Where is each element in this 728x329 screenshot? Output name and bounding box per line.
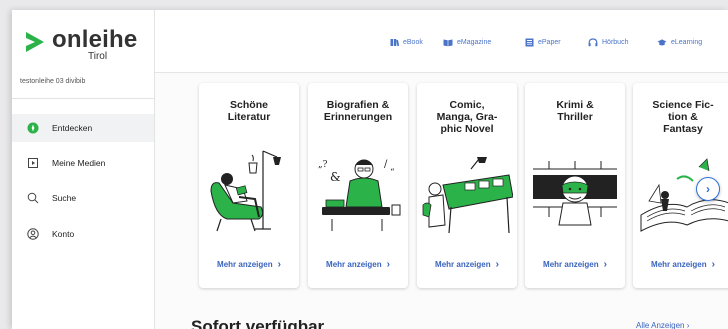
category-card-krimi-thriller[interactable]: Krimi & Thriller Mehr anzeigen ›: [525, 83, 625, 288]
media-type-emagazine[interactable]: eMagazine: [443, 38, 491, 47]
nav-item-meine-medien[interactable]: Meine Medien: [12, 149, 154, 177]
chevron-right-icon: ›: [686, 321, 690, 329]
account-icon: [26, 227, 40, 241]
app-window: onleihe Tirol testonleihe 03 divibib Ent…: [12, 10, 728, 329]
media-type-epaper[interactable]: ePaper: [524, 38, 561, 47]
more-link[interactable]: Mehr anzeigen ›: [417, 259, 517, 270]
chevron-right-icon: ›: [603, 259, 607, 270]
magazine-icon: [443, 38, 453, 47]
chevron-right-icon: ›: [706, 182, 710, 196]
nav-item-entdecken[interactable]: Entdecken: [12, 114, 154, 142]
media-type-elearning[interactable]: eLearning: [657, 38, 702, 47]
section-title: Sofort verfügbar: [191, 317, 325, 329]
category-title: Comic, Manga, Gra- phic Novel: [436, 99, 498, 135]
svg-text:&: &: [330, 170, 341, 184]
more-link[interactable]: Mehr anzeigen ›: [633, 259, 728, 270]
search-icon: [26, 191, 40, 205]
svg-text:/: /: [384, 159, 388, 170]
compass-icon: [26, 121, 40, 135]
sidebar: onleihe Tirol testonleihe 03 divibib Ent…: [12, 10, 155, 329]
category-card-comic-manga[interactable]: Comic, Manga, Gra- phic Novel Mehr anzei…: [417, 83, 517, 288]
nav-item-suche[interactable]: Suche: [12, 184, 154, 212]
category-title: Schöne Literatur: [227, 99, 271, 123]
brand-name: onleihe: [52, 26, 138, 53]
svg-text:„?: „?: [318, 160, 328, 170]
headphones-icon: [588, 38, 598, 47]
drawing-desk-illustration: [422, 157, 513, 234]
category-card-schoene-literatur[interactable]: Schöne Literatur Mehr anzeigen ›: [199, 83, 299, 288]
media-icon: [26, 156, 40, 170]
nav-item-konto[interactable]: Konto: [12, 220, 154, 248]
newspaper-icon: [524, 38, 534, 47]
media-type-ebook[interactable]: eBook: [389, 38, 423, 47]
category-card-biografien[interactable]: Biografien & Erinnerungen „? & / “ Mehr …: [308, 83, 408, 288]
more-link[interactable]: Mehr anzeigen ›: [525, 259, 625, 270]
nav-label: Konto: [52, 229, 75, 239]
nav-label: Meine Medien: [52, 158, 106, 168]
brand-region: Tirol: [88, 51, 108, 62]
onleihe-logo[interactable]: onleihe Tirol: [24, 28, 137, 62]
category-title: Krimi & Thriller: [556, 99, 594, 123]
nav-label: Suche: [52, 193, 77, 203]
sidebar-divider: [12, 98, 154, 99]
category-title: Biografien & Erinnerungen: [323, 99, 393, 123]
show-all-link[interactable]: Alle Anzeigen ›: [636, 321, 689, 329]
masked-burglar-illustration: [533, 161, 617, 226]
book-icon: [389, 38, 399, 47]
main-content: Schöne Literatur Mehr anzeigen › Biografi…: [155, 73, 728, 329]
svg-text:“: “: [390, 167, 395, 178]
play-logo-icon: [26, 32, 44, 52]
media-type-hoerbuch[interactable]: Hörbuch: [588, 38, 628, 47]
reading-woman-illustration: [210, 150, 281, 232]
more-link[interactable]: Mehr anzeigen ›: [199, 259, 299, 270]
media-type-bar: eBook eMagazine ePaper Hörbuch eLearning: [155, 10, 728, 73]
graduation-cap-icon: [657, 38, 667, 47]
chevron-right-icon: ›: [277, 259, 281, 270]
chevron-right-icon: ›: [386, 259, 390, 270]
library-name: testonleihe 03 divibib: [20, 78, 86, 85]
carousel-next-button[interactable]: ›: [696, 177, 720, 201]
writing-man-illustration: „? & / “: [318, 159, 401, 231]
category-title: Science Fic- tion & Fantasy: [652, 99, 714, 135]
nav-label: Entdecken: [52, 123, 93, 133]
chevron-right-icon: ›: [495, 259, 499, 270]
chevron-right-icon: ›: [711, 259, 715, 270]
more-link[interactable]: Mehr anzeigen ›: [308, 259, 408, 270]
